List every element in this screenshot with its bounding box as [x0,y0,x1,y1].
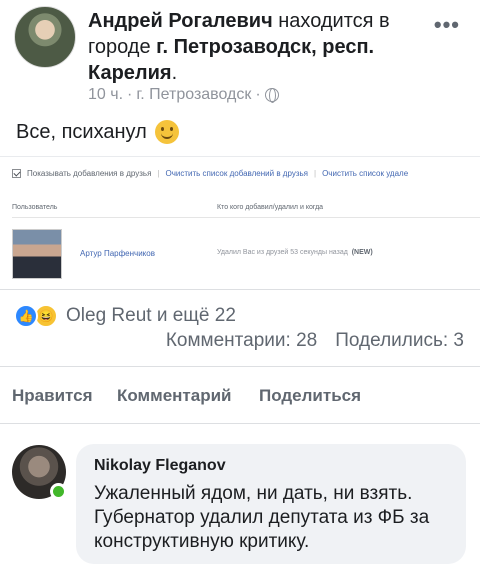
author-name[interactable]: Андрей Рогалевич [88,10,273,32]
checkbox-icon [12,169,21,178]
post-image[interactable]: Показывать добавления в друзья | Очистит… [0,156,480,290]
post-text: Все, психанул [16,120,179,144]
comment-button[interactable]: Комментарий [117,386,231,406]
comment-item: Nikolay Fleganov Ужаленный ядом, ни дать… [0,436,480,566]
image-user-name: Артур Парфенчиков [80,249,155,258]
reactions-summary[interactable]: 👍 😆 Oleg Reut и ещё 22 [14,304,236,328]
image-header-user: Пользователь [12,204,58,211]
comments-count[interactable]: Комментарии: 28 [166,330,317,352]
reactions-names: Oleg Reut и ещё 22 [66,305,236,326]
image-table-row: Артур Парфенчиков Удалил Вас из друзей 5… [12,225,480,281]
like-reaction-icon: 👍 [14,304,38,328]
image-show-label: Показывать добавления в друзья [27,169,152,178]
share-button[interactable]: Поделиться [259,386,361,406]
commenter-name[interactable]: Nikolay Fleganov [94,456,448,476]
comment-bubble[interactable]: Nikolay Fleganov Ужаленный ядом, ни дать… [76,444,466,564]
shares-count[interactable]: Поделились: 3 [335,330,464,352]
image-toolbar: Показывать добавления в друзья | Очистит… [12,169,480,178]
image-link-clear-added: Очистить список добавлений в друзья [165,169,308,178]
post-meta: 10 ч. · г. Петрозаводск · [88,86,279,104]
image-header-who: Кто кого добавил/удалил и когда [217,204,324,211]
post-counts: Комментарии: 28 Поделились: 3 [166,330,464,352]
comment-text: Ужаленный ядом, ни дать, ни взять. Губер… [94,483,430,552]
smiley-icon [154,120,179,144]
post-time[interactable]: 10 ч. [88,86,123,104]
image-user-photo [12,229,62,279]
globe-icon [264,88,279,103]
post-header: Андрей Рогалевич находится в городе г. П… [14,6,466,106]
author-line: Андрей Рогалевич находится в городе г. П… [88,10,390,84]
image-table-header: Пользователь Кто кого добавил/удалил и к… [12,204,480,218]
image-link-clear-removed: Очистить список удале [322,169,409,178]
post-place[interactable]: г. Петрозаводск [136,86,251,104]
post-text-content: Все, психанул [16,120,147,143]
post-actions-bar: Нравится Комментарий Поделиться [0,366,480,424]
online-status-icon [50,483,67,500]
like-button[interactable]: Нравится [12,386,93,406]
author-avatar[interactable] [14,6,76,68]
image-action-text: Удалил Вас из друзей 53 секунды назад (N… [217,249,373,256]
more-options-button[interactable]: ••• [434,12,460,38]
